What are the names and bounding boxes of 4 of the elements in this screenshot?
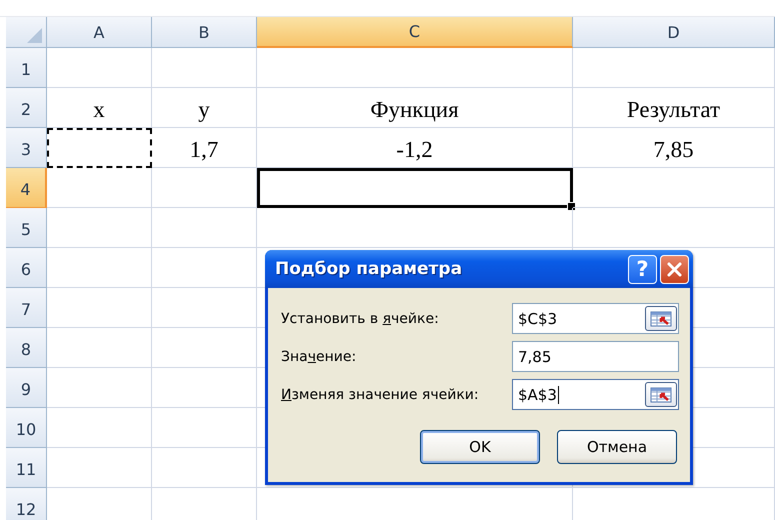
field-label: Установить в ячейке: xyxy=(281,310,440,326)
dialog-title: Подбор параметра xyxy=(275,259,464,279)
field-label: Изменяя значение ячейки: xyxy=(281,386,480,402)
field-label: Значение: xyxy=(281,348,358,364)
